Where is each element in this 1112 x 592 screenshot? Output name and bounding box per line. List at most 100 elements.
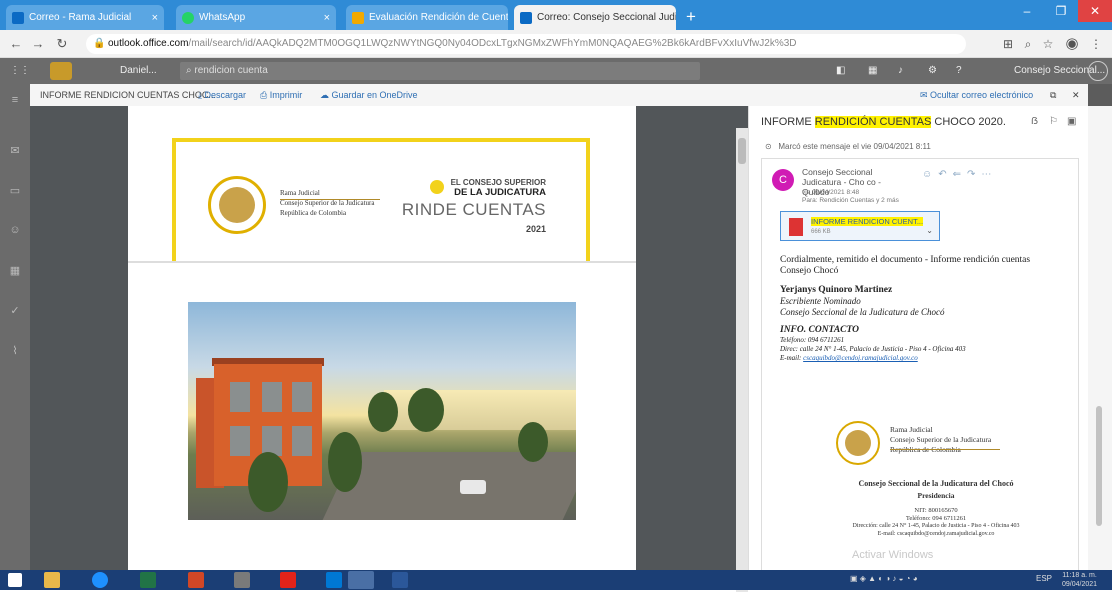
reload-icon[interactable]: ↻ [54, 36, 70, 52]
url-path: /mail/search/id/AAQkADQ2MTM0OGQ1LWQzNWYt… [188, 38, 797, 49]
translate-icon[interactable]: ẞ [1031, 116, 1038, 127]
download-label: Descargar [204, 90, 246, 100]
menu-kebab-icon[interactable]: ⋮ [1088, 36, 1104, 52]
more-icon[interactable]: ▣ [1067, 116, 1076, 127]
reply-all-icon[interactable]: ⇐ [953, 169, 967, 180]
more-actions-icon[interactable]: ⋯ [981, 169, 997, 180]
forward-arrow-icon[interactable]: → [30, 36, 46, 52]
emoji-icon[interactable]: ☺ [922, 169, 938, 180]
acrobat-icon[interactable] [280, 572, 296, 588]
hide-email-label: Ocultar correo electrónico [930, 90, 1034, 100]
coat-of-arms-icon [836, 421, 880, 465]
sig-phone: Teléfono: 094 6711261 [905, 515, 967, 522]
org-logo-icon [50, 62, 72, 80]
maximize-button[interactable]: ❐ [1044, 0, 1078, 22]
tasks-icon[interactable]: ✓ [8, 304, 22, 318]
powerpoint-icon[interactable] [188, 572, 204, 588]
clock[interactable]: 11:18 a. m. 09/04/2021 [1062, 571, 1097, 589]
tab-evaluacion[interactable]: Evaluación Rendición de Cuentas × [346, 5, 508, 30]
bell-icon[interactable]: ♪ [898, 65, 903, 76]
tab-label: WhatsApp [199, 12, 246, 23]
url-host: outlook.office.com [108, 38, 189, 49]
profile-icon[interactable]: ◉ [1064, 36, 1080, 52]
windows-activation-watermark: Activar Windows [852, 549, 934, 561]
calendar-icon[interactable]: ▦ [868, 65, 877, 76]
tab-correo-consejo[interactable]: Correo: Consejo Seccional Judi... × [514, 5, 676, 30]
tab-whatsapp[interactable]: WhatsApp × [176, 5, 336, 30]
file-explorer-icon[interactable] [44, 572, 60, 588]
contact-email-link[interactable]: cscaquibdo@cendoj.ramajudicial.gov.co [803, 354, 918, 362]
reply-icon[interactable]: ↶ [938, 169, 952, 180]
email-scrollbar[interactable] [1088, 106, 1112, 570]
url-field[interactable]: 🔒 outlook.office.com/mail/search/id/AAQk… [86, 34, 966, 54]
body-greeting: Cordialmente, remitido el documento - In… [780, 255, 1031, 265]
message-actions: ☺↶⇐↷⋯ [922, 169, 997, 180]
chevron-down-icon[interactable]: ⌄ [926, 226, 933, 235]
close-tab-icon[interactable]: × [152, 12, 158, 24]
folder-icon[interactable]: ▭ [8, 184, 22, 198]
user-avatar[interactable] [1088, 61, 1108, 81]
account-label: Daniel... [120, 65, 157, 76]
contact-email-row: E-mail: cscaquibdo@cendoj.ramajudicial.g… [780, 354, 918, 362]
save-onedrive-button[interactable]: ☁ Guardar en OneDrive [320, 90, 418, 101]
windows-start-icon[interactable] [8, 573, 22, 587]
download-button[interactable]: ⤓ Descargar [198, 90, 246, 101]
signer-role: Escribiente Nominado [780, 296, 861, 306]
new-tab-button[interactable]: + [682, 8, 700, 26]
excel-icon[interactable] [140, 572, 156, 588]
language-indicator[interactable]: ESP [1036, 574, 1052, 583]
attachment-card[interactable]: INFORME RENDICION CUENT... 666 KB ⌄ [780, 211, 940, 241]
divider [280, 199, 380, 200]
translate-icon[interactable]: ⊞ [1000, 36, 1016, 52]
zoom-icon[interactable]: ⌕ [1020, 36, 1036, 52]
close-tab-icon[interactable]: × [324, 12, 330, 24]
system-tray-icons[interactable]: ▣ ◈ ▲ ◐ ◑ ♪ ◒ ◔ ◕ [850, 574, 918, 583]
sender-avatar: C [772, 169, 794, 191]
signer-office: Consejo Seccional de la Judicatura de Ch… [780, 306, 945, 317]
hamburger-icon[interactable]: ≡ [8, 94, 22, 108]
tab-correo-rama[interactable]: Correo - Rama Judicial × [6, 5, 164, 30]
pdf-page: Rama Judicial Consejo Superior de la Jud… [128, 106, 636, 570]
windows-taskbar: ▣ ◈ ▲ ◐ ◑ ♪ ◒ ◔ ◕ ESP 11:18 a. m. 09/04/2… [0, 570, 1112, 590]
colombia-coat-of-arms-icon [208, 176, 266, 234]
attachment-name: INFORME RENDICION CUENT... [811, 217, 924, 226]
minimize-button[interactable]: – [1010, 0, 1044, 22]
teams-icon[interactable]: ◧ [836, 65, 845, 76]
back-arrow-icon[interactable]: ← [8, 36, 24, 52]
contact-address: Direc: calle 24 N° 1-45, Palacio de Just… [780, 345, 966, 353]
consejo-superior-heading: EL CONSEJO SUPERIOR DE LA JUDICATURA [450, 178, 546, 198]
paint-icon[interactable] [234, 572, 250, 588]
word-icon[interactable] [392, 572, 408, 588]
sig-address: Dirección: calle 24 N° 1-45, Palacio de … [852, 523, 1020, 529]
close-window-button[interactable]: ✕ [1078, 0, 1112, 22]
gear-icon[interactable]: ⚙ [928, 65, 937, 76]
chrome-active-icon[interactable] [348, 571, 374, 589]
rinde-cuentas-title: RINDE CUENTAS [401, 200, 546, 219]
print-button[interactable]: ⎙ Imprimir [260, 90, 302, 101]
attachment-viewer: INFORME RENDICION CUENTAS CHOC... ⤓ Desc… [30, 84, 1112, 592]
save-label: Guardar en OneDrive [331, 90, 418, 100]
forms-favicon-icon [352, 11, 364, 24]
sun-logo-icon [430, 180, 444, 194]
help-icon[interactable]: ? [956, 65, 962, 76]
contact-phone: Teléfono: 094 6711261 [780, 336, 845, 344]
calendar-icon[interactable]: ▦ [8, 264, 22, 278]
tab-label: Evaluación Rendición de Cuentas [369, 12, 508, 23]
app-launcher-icon[interactable]: ⋮⋮ [10, 65, 30, 76]
attach-icon[interactable]: ⌇ [8, 344, 22, 358]
forward-icon[interactable]: ↷ [967, 169, 981, 180]
hide-email-button[interactable]: ✉ Ocultar correo electrónico [920, 90, 1033, 101]
search-input[interactable]: ⌕ rendicion cuenta [180, 62, 700, 80]
outlook-header: ⋮⋮ Daniel... ⌕ rendicion cuenta ◧ ▦ ♪ ⚙ … [0, 58, 1112, 84]
pdf-file-icon [789, 218, 803, 236]
star-icon[interactable]: ☆ [1040, 36, 1056, 52]
pdf-scrollbar[interactable] [736, 128, 748, 592]
flag-icon[interactable]: ⚐ [1049, 116, 1058, 127]
popout-icon[interactable]: ⧉ [1050, 90, 1056, 101]
mail-icon[interactable]: ✉ [8, 144, 22, 158]
edge-browser-icon[interactable] [92, 572, 108, 588]
tab-label: Correo: Consejo Seccional Judi... [537, 12, 676, 23]
store-icon[interactable] [326, 572, 342, 588]
close-viewer-icon[interactable]: ✕ [1072, 90, 1080, 101]
people-icon[interactable]: ☺ [8, 224, 22, 238]
